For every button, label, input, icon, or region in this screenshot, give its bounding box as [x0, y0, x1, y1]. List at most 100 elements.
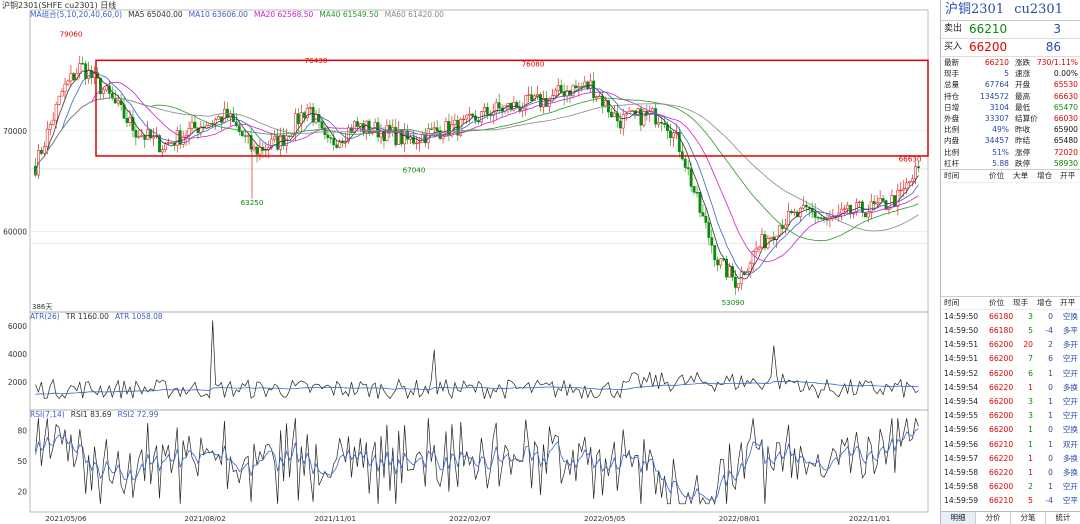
stat-value: 49%: [992, 125, 1009, 135]
tab-1[interactable]: 分价: [976, 512, 1011, 524]
stat-value: 134572: [980, 91, 1009, 101]
ma40-line: [35, 97, 919, 242]
candle-body: [252, 146, 256, 150]
tick-type: 多换: [1062, 453, 1078, 463]
candle-body: [663, 123, 666, 125]
candle-body: [530, 94, 534, 101]
candle-body: [161, 149, 164, 153]
candle-body: [243, 135, 247, 137]
candle-body: [468, 113, 472, 116]
tick-type: 空开: [1062, 368, 1078, 378]
x-tick-label: 2021/05/06: [45, 514, 87, 523]
stat-label: 昨收: [1015, 125, 1031, 135]
candle-body: [181, 136, 185, 145]
tick-list[interactable]: 14:59:50 66180 3 0 空换 14:59:50 66180 5 -4…: [941, 310, 1080, 509]
candle-body: [544, 98, 548, 107]
candle-body: [654, 108, 658, 125]
x-tick-label: 2021/08/02: [184, 514, 225, 523]
candle-body: [355, 121, 359, 127]
candle-body: [169, 142, 173, 144]
tick-row: 14:59:59 66210 5 -4 空平: [941, 494, 1080, 508]
tab-0[interactable]: 明细: [941, 512, 976, 524]
candle-body: [134, 130, 138, 138]
price-annotation: 67040: [403, 166, 426, 175]
ma20-line: [35, 81, 919, 262]
candle-body: [671, 132, 675, 139]
stat-value: 67764: [984, 80, 1009, 90]
candle-body: [69, 73, 73, 82]
big-order-header: 时间 价位 大单 增仓 开平: [941, 168, 1080, 183]
column-header: 开平: [1060, 297, 1076, 307]
tick-row: 14:59:50 66180 3 0 空换: [941, 310, 1080, 324]
tick-row: 14:59:58 66220 1 0 多换: [941, 466, 1080, 480]
stat-label: 最高: [1015, 91, 1031, 101]
candle-body: [704, 215, 708, 223]
tick-type: 空开: [1062, 411, 1078, 421]
atr-pane-frame: [29, 311, 929, 411]
column-header: 价位: [989, 297, 1005, 307]
tab-2[interactable]: 分笔: [1011, 512, 1046, 524]
tick-oi-change: 1: [1048, 368, 1053, 378]
candle-body: [878, 198, 882, 204]
tick-price: 66200: [989, 482, 1014, 492]
candle-body: [624, 113, 628, 116]
candle-body: [769, 236, 773, 239]
tick-price: 66200: [989, 340, 1014, 350]
tab-3[interactable]: 统计: [1046, 512, 1080, 524]
candle-body: [299, 112, 303, 125]
candle-body: [736, 283, 740, 288]
main-pane-frame: [29, 9, 929, 313]
candle-body: [645, 110, 649, 115]
tick-time: 14:59:51: [944, 340, 979, 350]
contract-code: cu2301: [1014, 2, 1063, 17]
tick-volume: 1: [1028, 425, 1033, 435]
candle-body: [482, 106, 486, 112]
candle-body: [101, 89, 105, 94]
tick-oi-change: 0: [1048, 311, 1053, 321]
x-tick-label: 2022/02/07: [449, 514, 490, 523]
candle-body: [825, 219, 829, 221]
big-order-list[interactable]: [941, 183, 1080, 296]
candle-body: [441, 136, 445, 139]
candle-body: [146, 129, 150, 140]
chart-area[interactable]: 沪铜2301(SHFE cu2301) 日线 MA组合(5,10,20,40,6…: [0, 0, 940, 524]
candle-body: [574, 85, 578, 89]
stat-label: 开盘: [1015, 80, 1031, 90]
candle-body: [813, 211, 817, 218]
candle-body: [556, 85, 560, 91]
candle-body: [772, 236, 776, 240]
candle-body: [57, 95, 61, 105]
candle-body: [193, 121, 197, 129]
candle-body: [642, 110, 646, 126]
tick-volume: 3: [1028, 411, 1033, 421]
candle-body: [320, 121, 324, 129]
stat-label: 比例: [944, 147, 960, 157]
candle-body: [296, 113, 300, 125]
tick-price: 66220: [989, 467, 1014, 477]
column-header: 增仓: [1037, 297, 1053, 307]
rsi-tick-label: 50: [17, 457, 27, 466]
candle-body: [787, 211, 791, 226]
tick-time: 14:59:56: [944, 439, 979, 449]
stat-value: 66630: [1053, 91, 1078, 101]
candle-body: [273, 136, 277, 140]
tick-row: 14:59:55 66200 3 1 空开: [941, 409, 1080, 423]
candle-body: [429, 128, 433, 130]
candle-body: [515, 102, 519, 108]
candle-body: [104, 85, 108, 91]
candle-body: [807, 206, 811, 209]
candle-body: [713, 245, 717, 261]
stat-value: 34457: [984, 136, 1009, 146]
candle-body: [81, 63, 85, 65]
candle-body: [255, 146, 259, 155]
stat-label: 外盘: [944, 113, 960, 123]
buy-label: 买入: [944, 42, 963, 52]
atr-tick-label: 4000: [8, 350, 27, 359]
candle-body: [471, 113, 474, 117]
candle-body: [39, 149, 43, 154]
tick-oi-change: -4: [1045, 326, 1053, 336]
column-header: 增仓: [1037, 170, 1053, 180]
candle-body: [45, 128, 49, 148]
candle-body: [917, 166, 920, 169]
candle-body: [48, 124, 52, 130]
